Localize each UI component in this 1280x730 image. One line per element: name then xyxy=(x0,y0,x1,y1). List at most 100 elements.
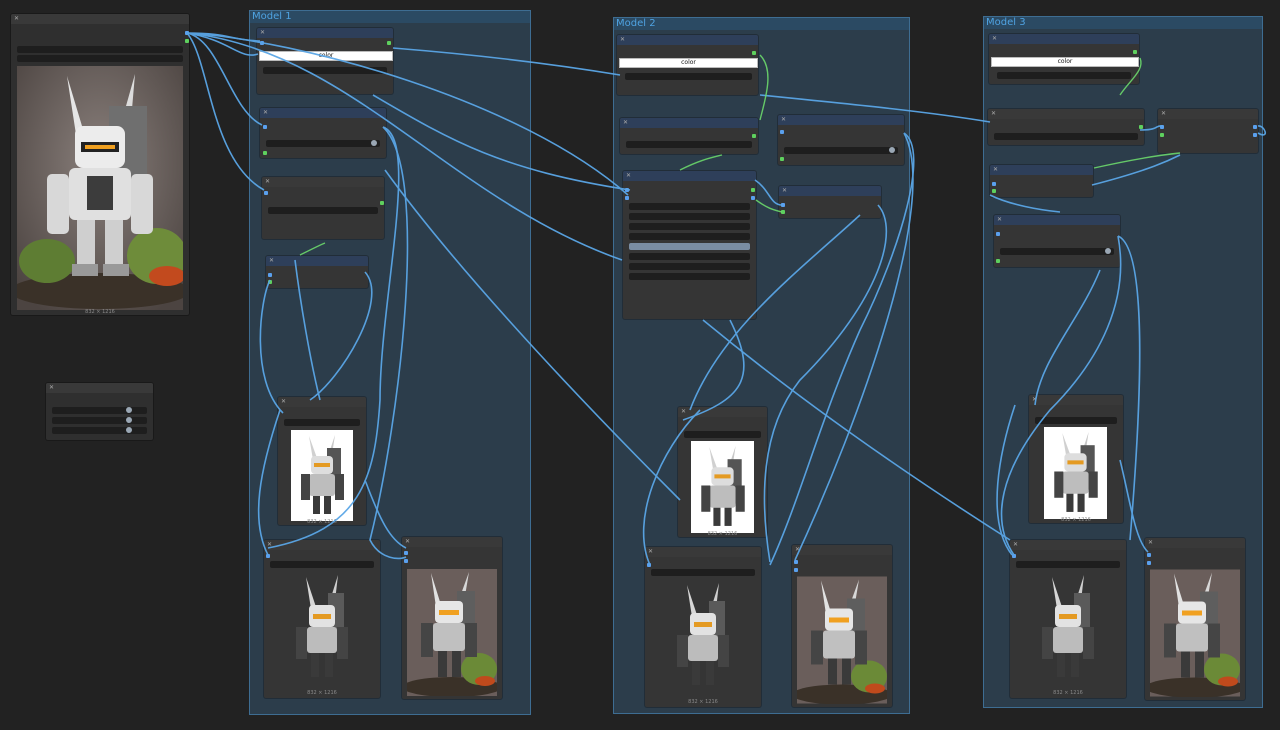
input-slot[interactable] xyxy=(794,568,798,572)
node-header[interactable]: ✕ xyxy=(990,165,1093,175)
value-widget[interactable] xyxy=(626,141,752,148)
value-widget[interactable] xyxy=(629,233,750,240)
slider-widget[interactable] xyxy=(52,407,147,414)
process-node[interactable]: ✕ xyxy=(262,177,384,239)
value-widget[interactable] xyxy=(629,273,750,280)
input-slot[interactable] xyxy=(260,41,264,45)
model-loader-node[interactable]: ✕ xyxy=(988,109,1144,145)
remove-background-node[interactable]: ✕ xyxy=(266,256,368,288)
node-header[interactable]: ✕ xyxy=(402,537,502,547)
slider-widget[interactable] xyxy=(52,417,147,424)
input-slot[interactable] xyxy=(1160,133,1164,137)
value-widget[interactable] xyxy=(784,147,898,154)
concat-node[interactable]: ✕ xyxy=(1158,109,1258,153)
preview-mask-node[interactable]: ✕ 832 × 1216 xyxy=(278,397,366,525)
input-slot[interactable] xyxy=(263,125,267,129)
input-slot[interactable] xyxy=(647,563,651,567)
preview-mask-node[interactable]: ✕ 832 × 1216 xyxy=(678,407,767,537)
slider-knob[interactable] xyxy=(126,427,132,433)
color-node[interactable]: ✕ color xyxy=(989,34,1139,84)
input-slot[interactable] xyxy=(996,259,1000,263)
node-header[interactable]: ✕ xyxy=(623,171,756,181)
input-slot[interactable] xyxy=(268,280,272,284)
close-icon[interactable]: ✕ xyxy=(681,407,686,417)
image-select-widget[interactable] xyxy=(17,46,183,53)
close-icon[interactable]: ✕ xyxy=(1013,540,1018,550)
output-slot[interactable] xyxy=(751,188,755,192)
close-icon[interactable]: ✕ xyxy=(1032,395,1037,405)
input-slot[interactable] xyxy=(266,554,270,558)
toggle-knob[interactable] xyxy=(889,147,895,153)
preview-mask-node[interactable]: ✕ 832 × 1216 xyxy=(1029,395,1123,523)
node-header[interactable]: ✕ xyxy=(262,177,384,187)
group-title[interactable]: Model 2 xyxy=(614,18,909,30)
color-node[interactable]: ✕ color xyxy=(257,28,393,94)
color-widget[interactable]: color xyxy=(991,57,1139,67)
close-icon[interactable]: ✕ xyxy=(795,545,800,555)
node-header[interactable]: ✕ xyxy=(1010,540,1126,550)
loader-node[interactable]: ✕ xyxy=(778,115,904,165)
value-widget[interactable] xyxy=(994,133,1138,140)
value-widget[interactable] xyxy=(629,253,750,260)
node-header[interactable]: ✕ xyxy=(620,118,758,128)
value-widget[interactable] xyxy=(1016,561,1120,568)
preview-image-node[interactable]: ✕ 832 × 1216 xyxy=(645,547,761,707)
group-title[interactable]: Model 3 xyxy=(984,17,1262,29)
text-widget[interactable] xyxy=(625,73,752,80)
output-slot[interactable] xyxy=(1253,125,1257,129)
node-header[interactable]: ✕ xyxy=(792,545,892,555)
text-widget[interactable] xyxy=(997,72,1131,79)
node-header[interactable]: ✕ xyxy=(260,108,386,118)
output-slot[interactable] xyxy=(387,41,391,45)
load-image-node[interactable]: ✕ 832 × 1216 xyxy=(11,14,189,315)
output-slot[interactable] xyxy=(185,39,189,43)
close-icon[interactable]: ✕ xyxy=(1148,538,1153,548)
input-slot[interactable] xyxy=(996,232,1000,236)
model-loader-node[interactable]: ✕ xyxy=(260,108,386,158)
compare-image-node[interactable]: ✕ xyxy=(402,537,502,699)
toggle-knob[interactable] xyxy=(371,140,377,146)
node-header[interactable]: ✕ xyxy=(989,34,1139,44)
value-widget[interactable] xyxy=(629,263,750,270)
value-widget[interactable] xyxy=(629,223,750,230)
close-icon[interactable]: ✕ xyxy=(1161,109,1166,119)
output-slot[interactable] xyxy=(751,196,755,200)
node-header[interactable]: ✕ xyxy=(1158,109,1258,119)
value-widget[interactable] xyxy=(629,203,750,210)
close-icon[interactable]: ✕ xyxy=(992,34,997,44)
node-header[interactable]: ✕ xyxy=(278,397,366,407)
input-slot[interactable] xyxy=(625,196,629,200)
slider-widget[interactable] xyxy=(52,427,147,434)
input-slot[interactable] xyxy=(263,151,267,155)
close-icon[interactable]: ✕ xyxy=(648,547,653,557)
compare-image-node[interactable]: ✕ xyxy=(792,545,892,707)
node-header[interactable]: ✕ xyxy=(778,115,904,125)
preview-image-node[interactable]: ✕ 832 × 1216 xyxy=(1010,540,1126,698)
input-slot[interactable] xyxy=(794,560,798,564)
close-icon[interactable]: ✕ xyxy=(267,540,272,550)
node-header[interactable]: ✕ xyxy=(1145,538,1245,548)
output-slot[interactable] xyxy=(752,134,756,138)
output-slot[interactable] xyxy=(380,201,384,205)
close-icon[interactable]: ✕ xyxy=(997,215,1002,225)
node-header[interactable]: ✕ xyxy=(46,383,153,393)
value-widget[interactable] xyxy=(684,431,761,438)
node-header[interactable]: ✕ xyxy=(994,215,1120,225)
node-header[interactable]: ✕ xyxy=(266,256,368,266)
value-widget[interactable] xyxy=(284,419,360,426)
close-icon[interactable]: ✕ xyxy=(269,256,274,266)
input-slot[interactable] xyxy=(264,191,268,195)
input-slot[interactable] xyxy=(1147,553,1151,557)
settings-node[interactable]: ✕ xyxy=(46,383,153,440)
input-slot[interactable] xyxy=(1147,561,1151,565)
node-header[interactable]: ✕ xyxy=(1029,395,1123,405)
input-slot[interactable] xyxy=(1012,554,1016,558)
node-header[interactable]: ✕ xyxy=(257,28,393,38)
value-widget[interactable] xyxy=(651,569,755,576)
group-title[interactable]: Model 1 xyxy=(250,11,530,23)
close-icon[interactable]: ✕ xyxy=(49,383,54,393)
value-widget[interactable] xyxy=(266,140,380,147)
node-header[interactable]: ✕ xyxy=(617,35,758,45)
close-icon[interactable]: ✕ xyxy=(260,28,265,38)
input-slot[interactable] xyxy=(781,203,785,207)
